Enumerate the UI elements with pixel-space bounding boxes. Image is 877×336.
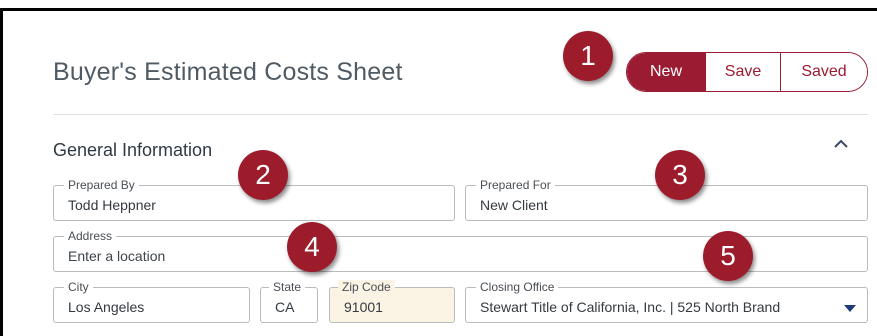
callout-badge-3: 3 (655, 150, 705, 200)
zip-code-field[interactable]: Zip Code 91001 (329, 280, 455, 323)
header-divider (53, 114, 868, 115)
prepared-for-label: Prepared For (476, 178, 555, 192)
callout-badge-2: 2 (238, 150, 288, 200)
zip-code-value: 91001 (344, 299, 383, 315)
section-title: General Information (53, 140, 213, 160)
dropdown-arrow-icon[interactable] (843, 304, 857, 313)
saved-button[interactable]: Saved (780, 53, 867, 91)
callout-badge-4: 4 (287, 222, 337, 272)
state-label: State (269, 280, 306, 294)
city-value: Los Angeles (68, 299, 145, 315)
zip-code-label: Zip Code (338, 280, 395, 294)
city-field[interactable]: City Los Angeles (53, 280, 250, 323)
closing-office-value: Stewart Title of California, Inc. | 525 … (480, 299, 781, 315)
callout-badge-1: 1 (563, 31, 613, 81)
closing-office-label: Closing Office (476, 280, 559, 294)
prepared-by-label: Prepared By (64, 178, 139, 192)
chevron-up-icon[interactable] (832, 136, 850, 152)
page-title: Buyer's Estimated Costs Sheet (53, 58, 403, 86)
city-label: City (64, 280, 93, 294)
address-placeholder: Enter a location (68, 248, 166, 264)
state-field[interactable]: State CA (260, 280, 318, 323)
callout-badge-5: 5 (703, 231, 753, 281)
new-button[interactable]: New (627, 53, 705, 91)
prepared-for-value: New Client (480, 197, 548, 213)
save-button[interactable]: Save (705, 53, 780, 91)
prepared-by-value: Todd Heppner (68, 197, 156, 213)
address-label: Address (64, 229, 117, 243)
state-value: CA (275, 299, 295, 315)
closing-office-select[interactable]: Closing Office Stewart Title of Californ… (465, 280, 868, 323)
action-segmented-control: New Save Saved (626, 52, 868, 92)
